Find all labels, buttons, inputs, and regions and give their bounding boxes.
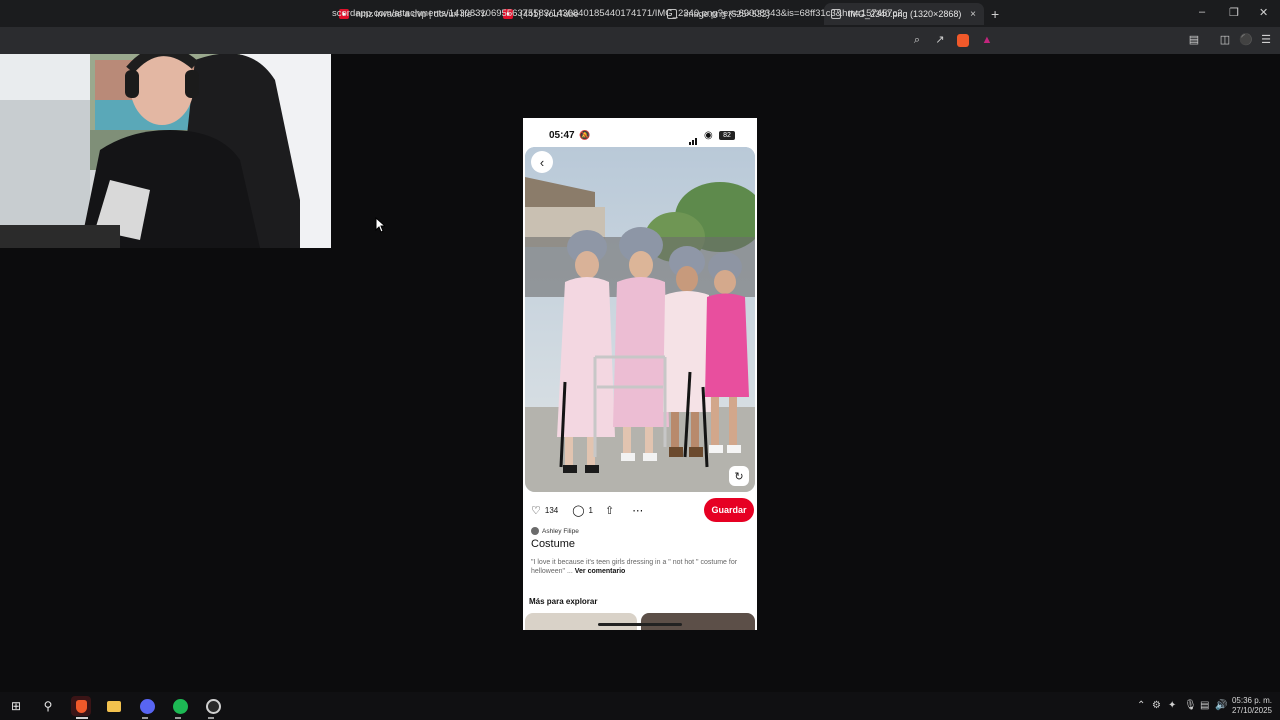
- taskbar: [0, 692, 1280, 720]
- share-icon[interactable]: ⇧: [605, 504, 614, 517]
- like-count: 134: [544, 505, 559, 515]
- author-name: Ashley Filipe: [542, 527, 579, 535]
- heart-icon[interactable]: ♡: [531, 504, 541, 517]
- author-row[interactable]: Ashley Filipe: [531, 527, 579, 535]
- new-tab-button[interactable]: +: [991, 6, 999, 22]
- phone-screenshot: 05:47 🔕 ◉ 82 ‹ ↻ ♡ 134 ◯ 1 ⇧ ⋯ Guardar A…: [523, 118, 757, 630]
- minimize-button[interactable]: –: [1199, 6, 1205, 18]
- taskbar-discord[interactable]: [137, 696, 157, 716]
- battery-indicator: 82: [719, 131, 735, 140]
- url-field[interactable]: scordapp.com/attachments/143083106955637…: [332, 8, 902, 19]
- top-comment: "I love it because it's teen girls dress…: [531, 558, 749, 576]
- vpn-shield-icon[interactable]: ⚫: [1239, 33, 1253, 47]
- address-bar: [0, 27, 1280, 54]
- start-windows-icon[interactable]: ⊞: [6, 696, 26, 716]
- sidebar-icon[interactable]: ◫: [1218, 33, 1232, 47]
- spotify-icon: [172, 698, 188, 714]
- taskbar-spotify[interactable]: [170, 696, 190, 716]
- wifi-icon: ◉: [704, 130, 713, 141]
- explore-thumbnail[interactable]: [525, 613, 637, 630]
- network-icon[interactable]: ▤: [1200, 700, 1209, 711]
- running-app-indicator: [175, 717, 181, 719]
- restore-button[interactable]: ❐: [1229, 6, 1239, 19]
- microphone-icon[interactable]: 🎙: [1184, 700, 1197, 711]
- pin-actions: ♡ 134 ◯ 1 ⇧ ⋯: [531, 503, 647, 517]
- mouse-cursor-icon: [375, 217, 385, 233]
- save-button[interactable]: Guardar: [704, 498, 754, 522]
- volume-icon[interactable]: 🔊: [1215, 700, 1227, 711]
- search-icon[interactable]: ⚲: [38, 696, 58, 716]
- folder-icon: [107, 700, 121, 712]
- brave-rewards-icon[interactable]: ▲: [980, 33, 994, 47]
- avatar: [531, 527, 539, 535]
- share-icon[interactable]: ↗: [933, 33, 947, 47]
- taskbar-obs[interactable]: [203, 696, 223, 716]
- system-clock[interactable]: 05:36 p. m. 27/10/2025: [1232, 696, 1272, 716]
- back-button[interactable]: ‹: [531, 151, 553, 173]
- running-app-indicator: [208, 717, 214, 719]
- menu-icon[interactable]: ☰: [1259, 33, 1273, 47]
- close-tab-icon[interactable]: ×: [970, 9, 976, 20]
- reader-mode-icon[interactable]: ▤: [1187, 33, 1201, 47]
- more-options-icon[interactable]: ⋯: [632, 504, 643, 517]
- clock-date: 27/10/2025: [1231, 706, 1272, 715]
- taskbar-brave[interactable]: [71, 696, 91, 716]
- zoom-icon[interactable]: ⌕: [910, 33, 924, 47]
- running-app-indicator: [142, 717, 148, 719]
- chevron-up-icon[interactable]: ⌃: [1137, 700, 1145, 711]
- status-time: 05:47: [549, 130, 575, 141]
- pin-title: Costume: [531, 538, 576, 550]
- explore-thumbnail[interactable]: [641, 613, 755, 630]
- brave-icon: [75, 699, 87, 713]
- brave-shields-icon[interactable]: [957, 34, 969, 47]
- close-window-button[interactable]: ✕: [1259, 6, 1268, 19]
- pin-photo[interactable]: ‹ ↻: [525, 147, 755, 492]
- tray-app-icon[interactable]: ✦: [1168, 700, 1176, 711]
- obs-icon: [205, 698, 221, 714]
- costume-photo: [525, 147, 755, 492]
- visual-search-icon[interactable]: ↻: [729, 466, 749, 486]
- comment-icon[interactable]: ◯: [572, 504, 584, 517]
- comment-text: "I love it because it's teen girls dress…: [531, 559, 738, 575]
- more-to-explore-heading: Más para explorar: [529, 597, 598, 606]
- taskbar-file-explorer[interactable]: [104, 696, 124, 716]
- clock-time: 05:36 p. m.: [1231, 696, 1272, 705]
- home-indicator: [598, 623, 682, 626]
- steam-icon[interactable]: ⚙: [1152, 700, 1161, 711]
- active-app-indicator: [76, 717, 88, 719]
- discord-icon: [139, 698, 155, 714]
- see-comment-link[interactable]: Ver comentario: [575, 568, 626, 575]
- mute-bell-icon: 🔕: [579, 130, 591, 140]
- comment-count: 1: [588, 505, 593, 515]
